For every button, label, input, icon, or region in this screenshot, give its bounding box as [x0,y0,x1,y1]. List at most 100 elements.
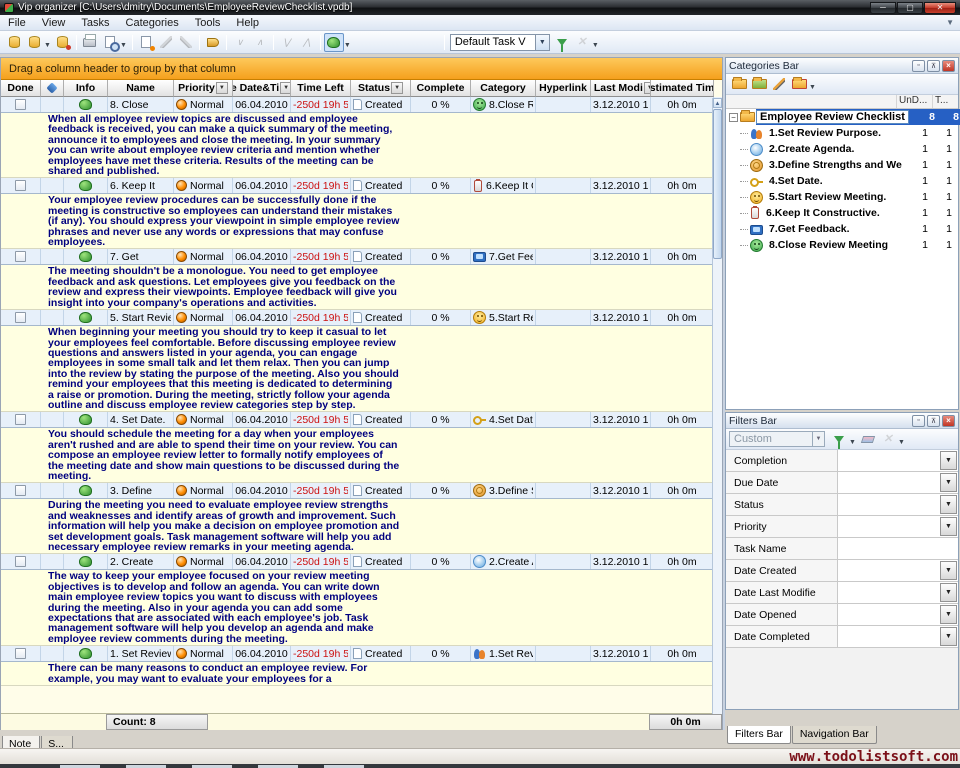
task-description[interactable]: During the meeting you need to evaluate … [1,499,722,554]
menu-tools[interactable]: Tools [187,15,229,31]
category-item[interactable]: 1.Set Review Purpose.11 [726,125,958,141]
clear-view-button[interactable]: ✕ [572,33,592,52]
filter-value[interactable] [838,450,939,471]
category-root-label[interactable]: Employee Review Checklist [756,110,909,124]
filter-dropdown-icon[interactable]: ▼ [940,495,957,514]
website-link[interactable]: www.todolistsoft.com [789,749,960,765]
column-header-complete[interactable]: Complete [411,80,471,97]
column-header-hyperlink[interactable]: Hyperlink [536,80,591,97]
column-header-stimated-tim[interactable]: stimated Tim [651,80,714,97]
open-database-dropdown-icon[interactable]: ▼ [44,42,51,49]
column-header-priority[interactable]: Priority▼ [174,80,233,97]
filter-dropdown-icon[interactable]: ▼ [940,517,957,536]
task-row[interactable]: 8. CloseNormal06.04.2010-250d 19h 54mCre… [1,97,722,113]
move-bottom-button[interactable]: ⋁ [277,33,297,52]
column-header-category[interactable]: Category [471,80,536,97]
done-checkbox[interactable] [15,180,26,191]
print-preview-button[interactable] [100,33,120,52]
category-item[interactable]: 6.Keep It Constructive.11 [726,205,958,221]
edit-task-button[interactable] [156,33,176,52]
task-description[interactable]: Your employee review procedures can be s… [1,194,722,249]
filter-dropdown-icon[interactable]: ▼ [940,451,957,470]
filter-preset-combo[interactable]: Custom ▼ [729,431,825,447]
column-header-sort[interactable] [41,80,64,97]
filter-dropdown-icon[interactable]: ▼ [940,605,957,624]
tab-navigation-bar[interactable]: Navigation Bar [792,726,877,744]
col-undone[interactable]: UnD... [896,95,932,108]
filter-value[interactable] [838,494,939,515]
task-row[interactable]: 1. Set ReviewNormal06.04.2010-250d 19h 5… [1,646,722,662]
column-filter-dropdown-icon[interactable]: ▼ [216,82,228,94]
task-description[interactable]: The meeting shouldn't be a monologue. Yo… [1,265,722,310]
clear-filter-button[interactable] [858,430,878,449]
task-row[interactable]: 4. Set Date.Normal06.04.2010-250d 19h 54… [1,412,722,428]
category-item[interactable]: 2.Create Agenda.11 [726,141,958,157]
print-button[interactable] [80,33,100,52]
edit-category-button[interactable] [769,75,789,94]
print-dropdown-icon[interactable]: ▼ [120,42,127,49]
done-checkbox[interactable] [15,485,26,496]
filters-restore-icon[interactable]: ▫ [912,415,925,427]
filters-toolbar-overflow-icon[interactable]: ▼ [898,439,905,446]
close-button[interactable]: ✕ [924,2,956,14]
task-view-dropdown-icon[interactable]: ▼ [344,42,351,49]
collapse-icon[interactable]: − [729,113,738,122]
menu-categories[interactable]: Categories [118,15,187,31]
category-root-row[interactable]: − Employee Review Checklist 8 8 [726,109,958,125]
done-checkbox[interactable] [15,414,26,425]
backup-database-button[interactable] [53,33,73,52]
hyperlink-button[interactable] [203,33,223,52]
filter-value[interactable] [838,604,939,625]
done-checkbox[interactable] [15,556,26,567]
task-row[interactable]: 7. GetNormal06.04.2010-250d 19h 54mCreat… [1,249,722,265]
filter-value[interactable] [838,538,958,559]
column-filter-dropdown-icon[interactable]: ▼ [391,82,403,94]
column-header-time-left[interactable]: Time Left [291,80,351,97]
menu-file[interactable]: File [0,15,34,31]
task-description[interactable]: When beginning your meeting you should t… [1,326,722,412]
column-filter-dropdown-icon[interactable]: ▼ [280,82,291,94]
task-description[interactable]: When all employee review topics are disc… [1,113,722,178]
col-total[interactable]: T... [932,95,958,108]
task-row[interactable]: 6. Keep ItNormal06.04.2010-250d 19h 54mC… [1,178,722,194]
view-overflow-icon[interactable]: ▼ [592,42,599,49]
apply-filter-dropdown-icon[interactable]: ▼ [849,439,856,446]
categories-toolbar-overflow-icon[interactable]: ▼ [809,84,816,91]
column-header-e-date-ti[interactable]: e Date&Ti▼ [233,80,291,97]
filter-dropdown-icon[interactable]: ▼ [940,473,957,492]
task-description[interactable]: There can be many reasons to conduct an … [1,662,722,686]
new-task-button[interactable] [136,33,156,52]
scroll-up-icon[interactable]: ▲ [713,98,722,108]
filter-value[interactable] [838,626,939,647]
done-checkbox[interactable] [15,648,26,659]
scrollbar-thumb[interactable] [713,109,722,259]
task-view-button[interactable] [324,33,344,52]
task-description[interactable]: You should schedule the meeting for a da… [1,428,722,483]
filters-close-icon[interactable]: × [942,415,955,427]
task-row[interactable]: 3. DefineNormal06.04.2010-250d 19h 54mCr… [1,483,722,499]
category-item[interactable]: 7.Get Feedback.11 [726,221,958,237]
grid-vertical-scrollbar[interactable]: ▲ [712,98,722,714]
view-selector-dropdown-icon[interactable]: ▼ [535,35,549,50]
column-header-status[interactable]: Status▼ [351,80,411,97]
filter-dropdown-icon[interactable]: ▼ [940,583,957,602]
new-category-button[interactable] [729,75,749,94]
category-item[interactable]: 3.Define Strengths and Weakr11 [726,157,958,173]
maximize-button[interactable]: ▢ [897,2,923,14]
toolbar-overflow-icon[interactable]: ▼ [946,18,954,27]
filter-value[interactable] [838,516,939,537]
categories-pin-icon[interactable]: ⊼ [927,60,940,72]
new-database-button[interactable] [4,33,24,52]
filter-value[interactable] [838,472,939,493]
delete-task-button[interactable] [176,33,196,52]
apply-filter-button[interactable] [829,430,849,449]
open-database-button[interactable] [24,33,44,52]
move-down-button[interactable]: ∨ [230,33,250,52]
menu-tasks[interactable]: Tasks [73,15,117,31]
filter-preset-dropdown-icon[interactable]: ▼ [812,432,824,446]
new-subcategory-button[interactable] [749,75,769,94]
done-checkbox[interactable] [15,312,26,323]
filter-dropdown-icon[interactable]: ▼ [940,627,957,646]
view-selector-combo[interactable]: Default Task V ▼ [450,34,550,51]
column-header-done[interactable]: Done [1,80,41,97]
